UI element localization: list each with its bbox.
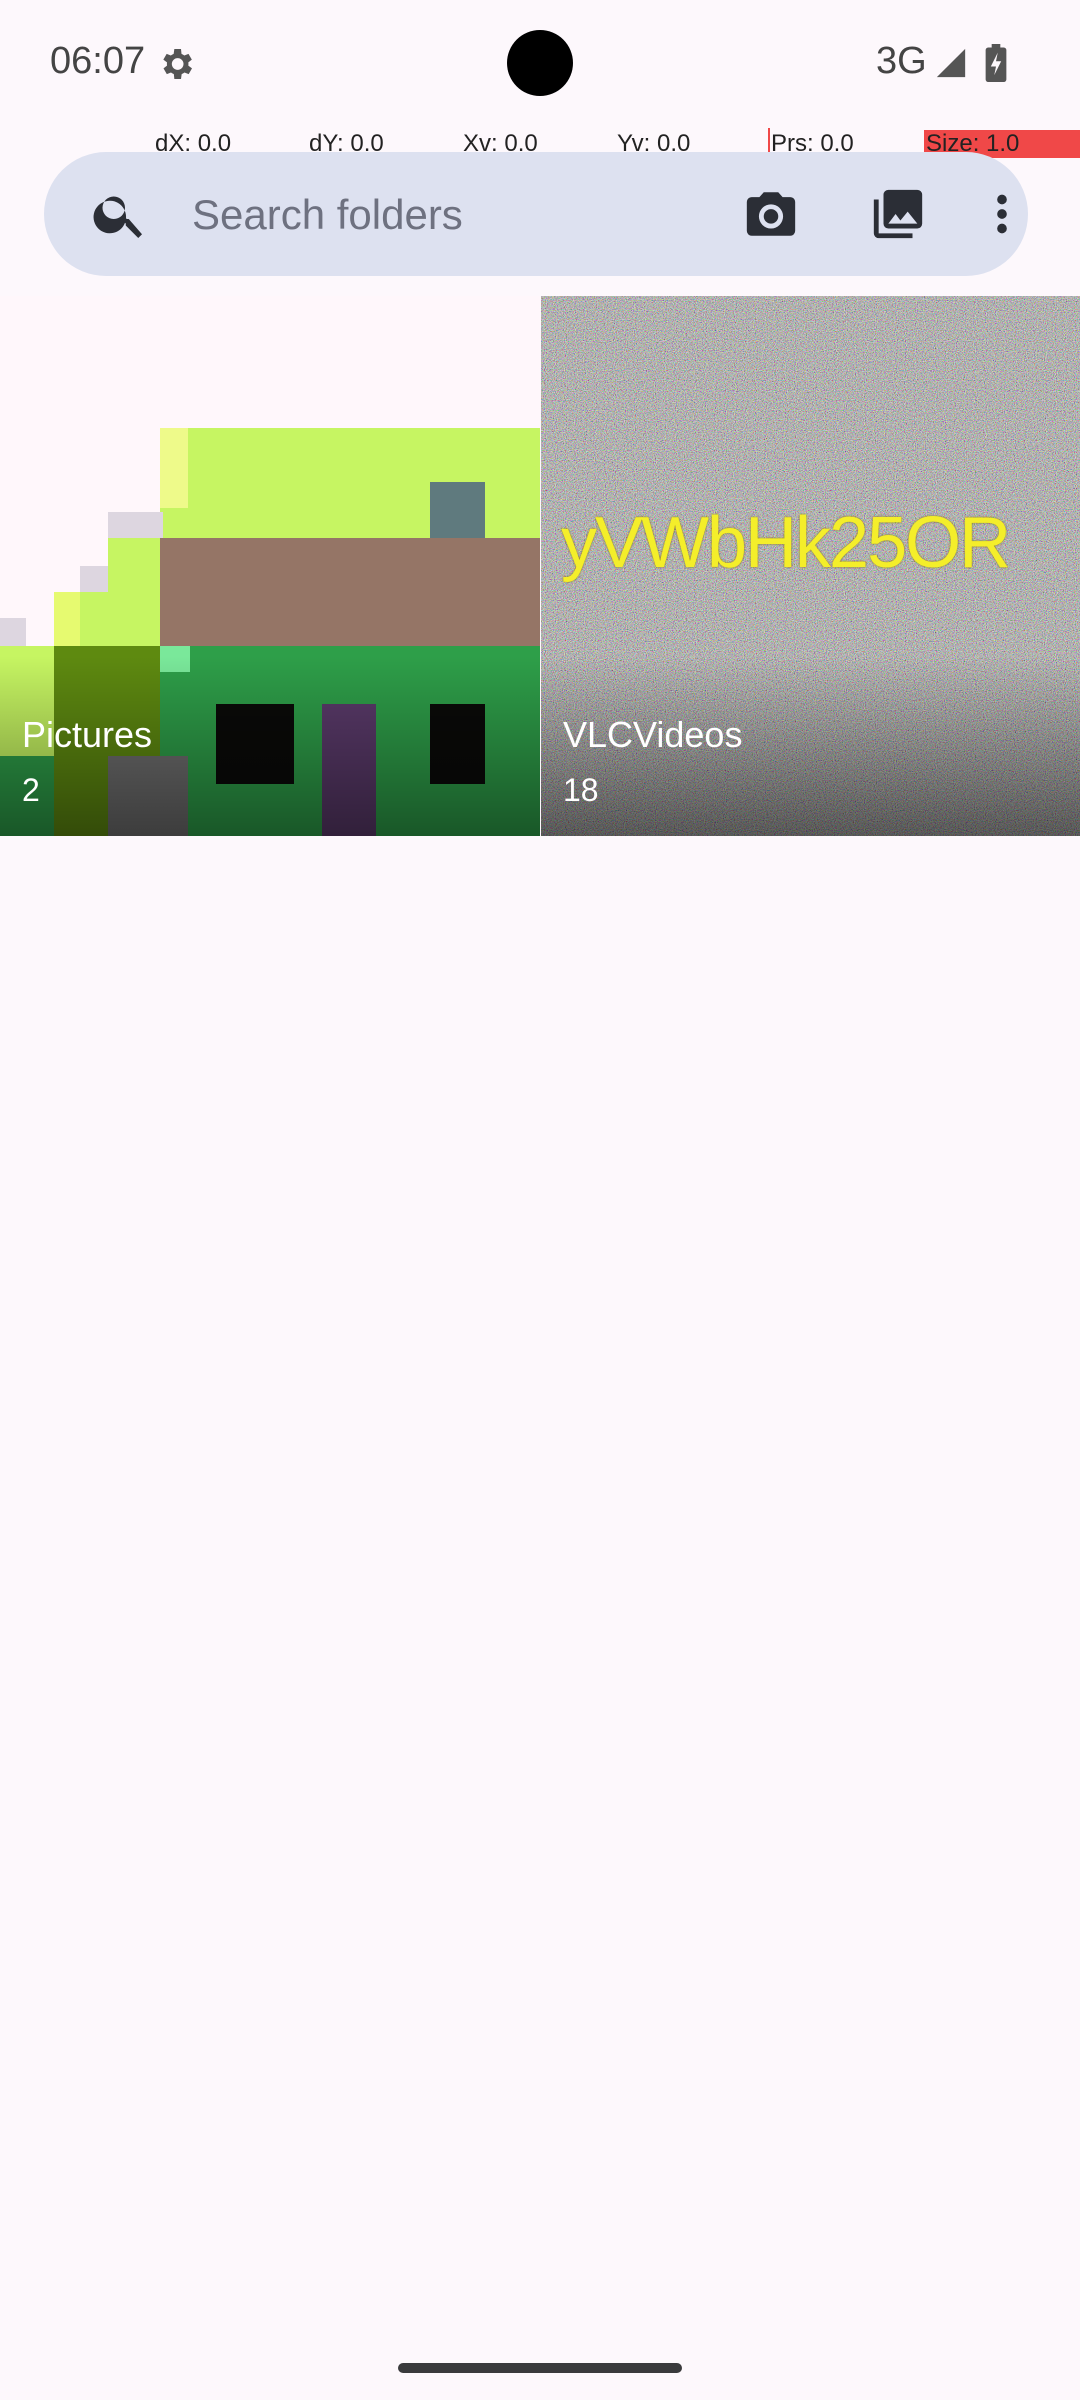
folder-caption: VLCVideos 18 <box>541 656 1080 836</box>
folder-item-count: 18 <box>563 772 599 808</box>
search-bar <box>44 152 1028 276</box>
search-icon[interactable] <box>90 184 150 244</box>
folder-tile-vlcvideos[interactable]: yVWbHk25OR VLCVideos 18 <box>541 296 1080 836</box>
thumbnail-overlay-text: yVWbHk25OR <box>561 503 1011 583</box>
signal-icon <box>936 48 966 78</box>
status-time: 06:07 <box>50 40 146 82</box>
folder-name: Pictures <box>22 714 153 755</box>
search-input[interactable] <box>190 172 654 258</box>
gesture-nav-handle[interactable] <box>398 2363 682 2373</box>
more-options-button[interactable] <box>972 174 1032 254</box>
more-vert-icon <box>997 194 1007 234</box>
folder-caption: Pictures 2 <box>0 656 540 836</box>
folder-item-count: 2 <box>22 772 40 808</box>
settings-gear-icon <box>163 49 192 79</box>
camera-icon <box>746 192 796 236</box>
battery-charging-icon <box>985 44 1007 82</box>
camera-button[interactable] <box>731 174 811 254</box>
gallery-icon <box>873 189 923 239</box>
front-camera-cutout <box>507 30 573 96</box>
network-type: 3G <box>876 40 927 82</box>
status-bar: 06:07 3G <box>0 0 1080 128</box>
folder-name: VLCVideos <box>563 714 743 755</box>
app-screen: 06:07 3G dX: 0.0 dY: 0.0 Xv: 0.0 Yv: 0.0… <box>0 0 1080 2400</box>
folder-tile-pictures[interactable]: Pictures 2 <box>0 296 540 836</box>
gallery-button[interactable] <box>858 174 938 254</box>
